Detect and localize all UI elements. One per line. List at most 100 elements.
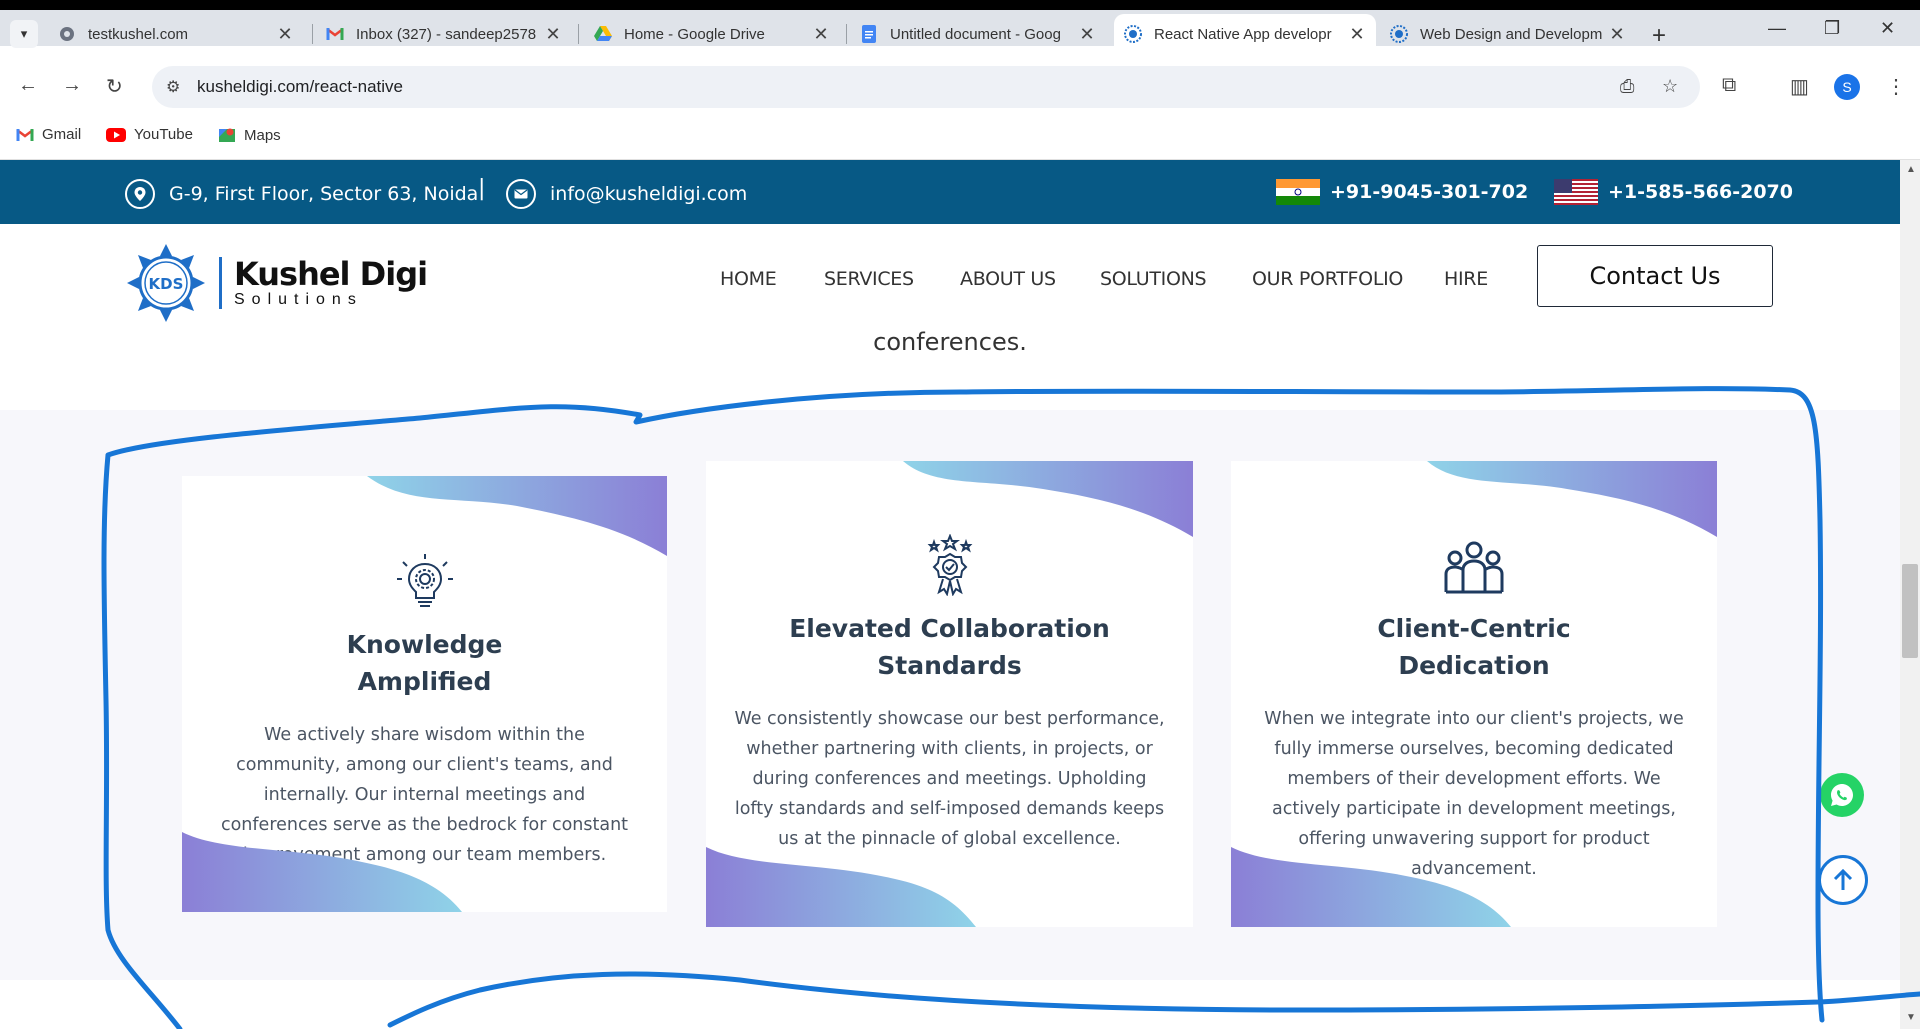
bookmark-label: Maps: [244, 126, 281, 144]
tab-title: Inbox (327) - sandeep2578: [356, 25, 537, 43]
scroll-to-top-button[interactable]: [1818, 855, 1868, 905]
svg-text:KDS: KDS: [149, 275, 184, 293]
tab-title: Home - Google Drive: [624, 25, 765, 43]
gmail-icon: [16, 128, 34, 142]
window-frame-top: [0, 0, 1920, 10]
bookmark-label: YouTube: [134, 126, 193, 143]
card-wave-decoration-bottom: [182, 832, 462, 912]
minimize-button[interactable]: —: [1768, 18, 1786, 39]
us-flag-icon: [1554, 179, 1598, 205]
us-phone-item[interactable]: +1-585-566-2070: [1554, 179, 1793, 205]
india-flag-icon: [1276, 179, 1320, 205]
tab-google-docs[interactable]: Untitled document - Goog ✕: [850, 14, 1106, 54]
close-icon[interactable]: ✕: [812, 24, 830, 45]
card-wave-decoration-bottom: [706, 847, 976, 927]
address-text: G-9, First Floor, Sector 63, Noida: [169, 183, 479, 205]
close-icon[interactable]: ✕: [1348, 24, 1366, 45]
kds-icon: [1390, 25, 1408, 43]
india-phone-number[interactable]: +91-9045-301-702: [1330, 181, 1528, 203]
address-item: G-9, First Floor, Sector 63, Noida: [125, 179, 478, 209]
tab-separator: [578, 24, 579, 44]
close-icon[interactable]: ✕: [276, 24, 294, 45]
reload-icon[interactable]: ↻: [106, 74, 123, 99]
card-title: Elevated Collaboration Standards: [789, 614, 1110, 680]
close-icon[interactable]: ✕: [544, 24, 562, 45]
tab-separator: [312, 24, 313, 44]
arrow-up-icon: [1833, 868, 1853, 890]
logo-name: Kushel Digi: [234, 255, 428, 293]
card-title: Client-Centric Dedication: [1377, 614, 1571, 680]
tab-title: Web Design and Developm: [1420, 25, 1602, 43]
tab-react-native-active[interactable]: React Native App developr ✕: [1114, 14, 1376, 54]
browser-tab-strip: ▾ testkushel.com ✕ Inbox (327) - sandeep…: [0, 0, 1920, 54]
nav-our-portfolio[interactable]: OUR PORTFOLIO: [1252, 268, 1403, 290]
site-logo[interactable]: KDS Kushel Digi Solutions: [125, 242, 428, 324]
card-title: Knowledge Amplified: [346, 630, 503, 696]
url-text[interactable]: kusheldigi.com/react-native: [197, 77, 403, 97]
bookmark-gmail[interactable]: Gmail: [16, 126, 81, 143]
profile-avatar[interactable]: S: [1834, 74, 1860, 100]
back-arrow-icon[interactable]: ←: [18, 74, 38, 97]
web-page-viewport: G-9, First Floor, Sector 63, Noida | inf…: [0, 160, 1900, 1029]
site-header: KDS Kushel Digi Solutions HOME SERVICES …: [0, 224, 1900, 330]
install-app-icon[interactable]: ⎙: [1620, 76, 1634, 97]
window-close-button[interactable]: ✕: [1880, 18, 1895, 39]
card-description: We consistently showcase our best perfor…: [734, 709, 1165, 849]
whatsapp-chat-button[interactable]: [1820, 773, 1864, 817]
card-wave-decoration-top: [1427, 461, 1717, 537]
intro-text-tail: conferences.: [873, 328, 1027, 356]
menu-kebab-icon[interactable]: ⋮: [1886, 74, 1906, 99]
topbar-divider: |: [478, 176, 486, 201]
tab-separator: [846, 24, 847, 44]
browser-toolbar: ← → ↻ ⚙ kusheldigi.com/react-native ⎙ ☆ …: [0, 54, 1920, 120]
email-item[interactable]: info@kusheldigi.com: [506, 179, 747, 209]
tab-title: React Native App developr: [1154, 25, 1332, 43]
bookmark-youtube[interactable]: YouTube: [106, 126, 193, 143]
new-tab-button[interactable]: +: [1652, 22, 1666, 50]
nav-hire[interactable]: HIRE: [1444, 268, 1488, 290]
award-badge-icon: [706, 534, 1193, 596]
tab-web-design[interactable]: Web Design and Developm ✕: [1380, 14, 1636, 54]
globe-icon: [58, 25, 76, 43]
tab-title: Untitled document - Goog: [890, 25, 1061, 43]
kds-icon: [1124, 25, 1142, 43]
nav-home[interactable]: HOME: [720, 268, 777, 290]
scroll-up-arrow-icon[interactable]: ▲: [1906, 164, 1916, 175]
nav-services[interactable]: SERVICES: [824, 268, 914, 290]
email-link[interactable]: info@kusheldigi.com: [550, 183, 747, 205]
tab-search-button[interactable]: ▾: [10, 20, 38, 48]
card-wave-decoration-bottom: [1231, 847, 1511, 927]
values-section: Knowledge Amplified We actively share wis…: [0, 410, 1900, 980]
whatsapp-icon: [1831, 784, 1853, 806]
tab-google-drive[interactable]: Home - Google Drive ✕: [584, 14, 840, 54]
card-knowledge-amplified: Knowledge Amplified We actively share wis…: [182, 476, 667, 912]
page-scrollbar[interactable]: ▲ ▼: [1900, 160, 1920, 1029]
side-panel-icon[interactable]: ▥: [1790, 74, 1809, 99]
forward-arrow-icon[interactable]: →: [62, 74, 82, 97]
site-info-icon[interactable]: ⚙: [166, 77, 180, 97]
gmail-icon: [326, 25, 344, 43]
contact-topbar: G-9, First Floor, Sector 63, Noida | inf…: [0, 160, 1900, 224]
us-phone-number[interactable]: +1-585-566-2070: [1608, 181, 1793, 203]
contact-us-button[interactable]: Contact Us: [1537, 245, 1773, 307]
tab-testkushel[interactable]: testkushel.com ✕: [48, 14, 304, 54]
card-wave-decoration-top: [367, 476, 667, 556]
youtube-icon: [106, 127, 126, 142]
drive-icon: [594, 25, 612, 43]
bookmark-maps[interactable]: Maps: [218, 126, 281, 144]
tab-title: testkushel.com: [88, 25, 189, 43]
restore-button[interactable]: ❐: [1824, 18, 1840, 39]
close-icon[interactable]: ✕: [1078, 24, 1096, 45]
scrollbar-thumb[interactable]: [1902, 564, 1918, 658]
india-phone-item[interactable]: +91-9045-301-702: [1276, 179, 1528, 205]
address-bar[interactable]: ⚙ kusheldigi.com/react-native ⎙ ☆: [152, 66, 1700, 108]
close-icon[interactable]: ✕: [1608, 24, 1626, 45]
nav-about-us[interactable]: ABOUT US: [960, 268, 1056, 290]
mail-icon: [506, 179, 536, 209]
card-elevated-collaboration: Elevated Collaboration Standards We consi…: [706, 461, 1193, 927]
tab-gmail-inbox[interactable]: Inbox (327) - sandeep2578 ✕: [316, 14, 572, 54]
scroll-down-arrow-icon[interactable]: ▼: [1906, 1012, 1916, 1023]
extensions-icon[interactable]: ⧉: [1722, 74, 1736, 97]
bookmark-star-icon[interactable]: ☆: [1662, 76, 1678, 97]
nav-solutions[interactable]: SOLUTIONS: [1100, 268, 1207, 290]
